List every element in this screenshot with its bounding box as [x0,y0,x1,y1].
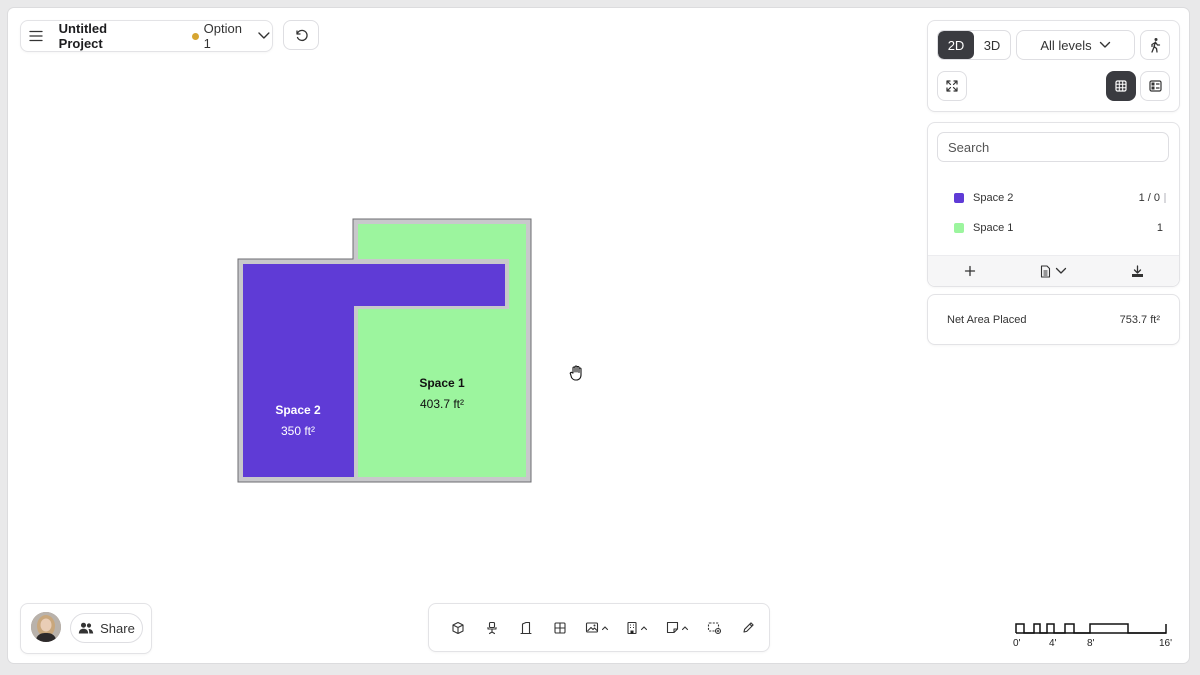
chair-icon [487,621,497,634]
hand-cursor-icon [569,365,582,381]
room-name: Space 2 [275,403,321,417]
chevron-down-icon [1099,41,1110,48]
spaces-panel: Space 2 1 / 0 Space 1 1 [927,122,1180,287]
tool-furniture[interactable] [475,613,509,643]
space-name: Space 2 [973,192,1014,204]
space-list-item[interactable]: Space 2 1 / 0 [928,183,1179,213]
door-icon [520,621,532,634]
net-area-label: Net Area Placed [947,313,1027,326]
spaces-footer [928,255,1179,286]
window-icon [554,621,566,634]
net-area-value: 753.7 ft² [1119,313,1160,326]
fit-view-icon [946,80,958,92]
tool-door[interactable] [509,613,543,643]
drawing-toolbar [428,603,770,652]
document-icon [1040,264,1051,278]
tool-building[interactable] [617,613,657,643]
chevron-down-icon [1055,267,1067,274]
building-icon [627,621,637,634]
chevron-up-icon [640,625,648,630]
list-view-button[interactable] [1140,71,1170,101]
levels-dropdown[interactable]: All levels [1016,30,1135,60]
tool-3d-object[interactable] [441,613,475,643]
fit-to-view-button[interactable] [937,71,967,101]
scale-tick-label: 16' [1159,638,1173,649]
avatar-image [31,612,61,642]
share-label: Share [100,620,135,636]
chevron-up-icon [681,625,688,630]
undo-icon [296,29,308,42]
scale-tick-label: 4' [1049,638,1057,649]
pencil-icon [742,622,754,633]
users-icon [78,622,94,634]
scale-tick-label: 8' [1087,638,1095,649]
grid-view-button[interactable] [1106,71,1136,101]
import-menu-button[interactable] [1012,256,1096,286]
chevron-up-icon [601,625,609,630]
space-color-swatch [954,223,964,233]
scale-bar: 0' 4' 8' 16' [1011,618,1173,650]
user-panel: Share [20,603,152,654]
note-icon [666,621,678,634]
space-color-swatch [954,193,964,203]
walk-icon [1151,38,1161,53]
tool-area-select[interactable] [697,613,731,643]
project-title[interactable]: Untitled Project [59,21,154,51]
grid-view-icon [1115,80,1127,92]
search-input[interactable] [937,132,1169,162]
view-controls-panel: 2D 3D All levels [927,20,1180,112]
room-label-space-2: Space 2 350 ft² [242,403,354,438]
undo-button[interactable] [283,20,319,50]
menu-button[interactable] [21,21,51,51]
tool-note[interactable] [657,613,697,643]
room-name: Space 1 [419,376,465,390]
space-count: 1 [1156,222,1163,234]
menu-icon [29,30,43,42]
download-button[interactable] [1095,256,1179,286]
option-selector[interactable]: Option 1 [191,21,272,51]
project-bar: Untitled Project Option 1 [20,20,273,52]
chevron-down-icon [258,32,270,39]
scale-tick-label: 0' [1013,638,1021,649]
option-status-dot [191,32,199,40]
tool-pencil[interactable] [731,613,765,643]
list-view-icon [1148,80,1162,92]
room-label-space-1: Space 1 403.7 ft² [384,376,500,411]
app-window: Space 2 350 ft² Space 1 403.7 ft² Untitl… [8,8,1189,663]
space-name: Space 1 [973,222,1014,234]
image-icon [585,622,599,633]
net-area-panel: Net Area Placed 753.7 ft² [927,294,1180,345]
walkthrough-button[interactable] [1140,30,1170,60]
avatar[interactable] [31,612,61,642]
view-mode-toggle: 2D 3D [937,30,1011,60]
plus-icon [964,265,975,277]
area-select-icon [707,621,721,634]
space-count: 1 / 0 [1138,192,1160,204]
room-area: 403.7 ft² [419,397,465,411]
download-icon [1131,264,1143,277]
scale-bar-graphic [1015,623,1167,634]
space-list-item[interactable]: Space 1 1 [928,213,1179,243]
view-2d-button[interactable]: 2D [938,31,974,59]
cube-icon [452,621,464,634]
levels-label: All levels [1040,37,1092,53]
tool-window[interactable] [543,613,577,643]
space-count-bar [1164,193,1166,203]
tool-image[interactable] [577,613,617,643]
add-space-button[interactable] [928,256,1012,286]
view-3d-button[interactable]: 3D [974,31,1010,59]
room-area: 350 ft² [280,424,316,438]
share-button[interactable]: Share [70,613,143,643]
option-label: Option 1 [203,21,242,51]
